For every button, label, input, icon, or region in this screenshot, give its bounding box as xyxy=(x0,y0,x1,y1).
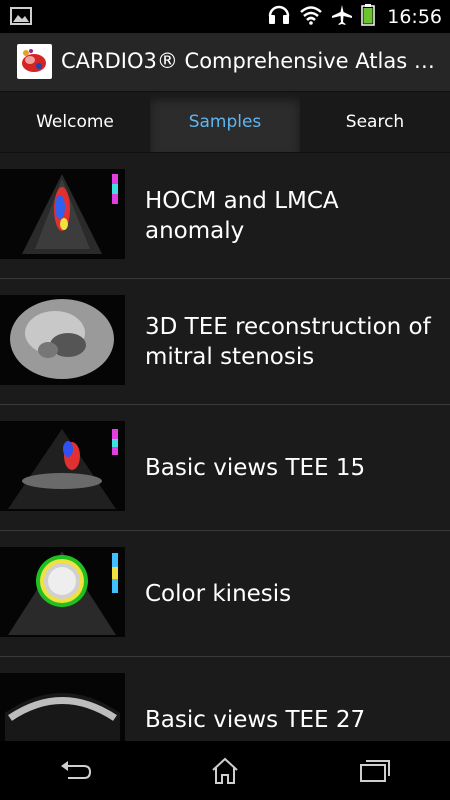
list-item[interactable]: Basic views TEE 27 xyxy=(0,657,450,741)
status-clock: 16:56 xyxy=(387,5,442,28)
tab-bar: Welcome Samples Search xyxy=(0,92,450,153)
sample-thumbnail xyxy=(0,421,125,511)
app-logo-icon[interactable] xyxy=(17,44,52,79)
recent-apps-icon[interactable] xyxy=(330,741,420,800)
home-icon[interactable] xyxy=(180,741,270,800)
sample-thumbnail xyxy=(0,547,125,637)
status-bar: 16:56 xyxy=(0,0,450,33)
sample-thumbnail xyxy=(0,169,125,259)
battery-icon xyxy=(361,3,375,30)
tab-search[interactable]: Search xyxy=(300,92,450,152)
wifi-icon xyxy=(299,5,323,29)
sample-title: Basic views TEE 15 xyxy=(145,454,366,481)
tab-welcome[interactable]: Welcome xyxy=(0,92,150,152)
sample-title: 3D TEE reconstruction of mitral stenosis xyxy=(145,313,431,370)
back-icon[interactable] xyxy=(30,741,120,800)
picture-icon xyxy=(10,7,32,29)
airplane-icon xyxy=(331,4,353,30)
action-bar: CARDIO3® Comprehensive Atlas of... xyxy=(0,33,450,92)
sample-title: Color kinesis xyxy=(145,580,292,607)
sample-thumbnail xyxy=(0,673,125,741)
navigation-bar xyxy=(0,741,450,800)
list-item[interactable]: HOCM and LMCA anomaly xyxy=(0,153,450,279)
tab-samples[interactable]: Samples xyxy=(150,92,300,152)
headset-icon xyxy=(267,4,291,30)
app-title: CARDIO3® Comprehensive Atlas of... xyxy=(61,49,436,73)
list-item[interactable]: Basic views TEE 15 xyxy=(0,405,450,531)
list-item[interactable]: 3D TEE reconstruction of mitral stenosis xyxy=(0,279,450,405)
sample-thumbnail xyxy=(0,295,125,385)
list-item[interactable]: Color kinesis xyxy=(0,531,450,657)
samples-list: HOCM and LMCA anomaly 3D TEE reconstruct… xyxy=(0,153,450,741)
sample-title: Basic views TEE 27 xyxy=(145,706,366,733)
sample-title: HOCM and LMCA anomaly xyxy=(145,187,339,244)
